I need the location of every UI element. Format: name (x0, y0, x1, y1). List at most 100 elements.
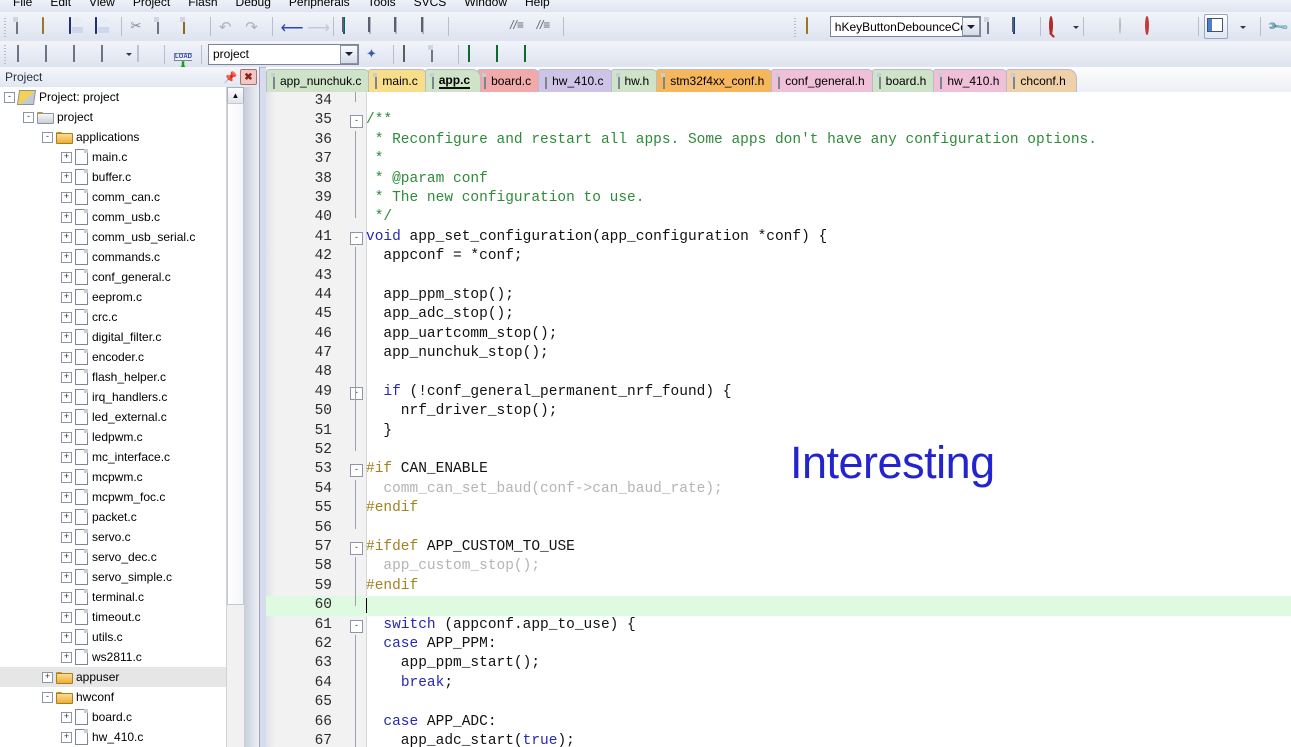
menu-item-debug[interactable]: Debug (227, 0, 280, 8)
expand-toggle-icon[interactable]: + (42, 671, 53, 683)
menu-item-flash[interactable]: Flash (179, 0, 226, 8)
code-line[interactable]: 43 (266, 266, 1291, 286)
menu-item-peripherals[interactable]: Peripherals (280, 0, 359, 8)
code-line[interactable]: 64 break; (266, 673, 1291, 694)
code-line[interactable]: 44 app_ppm_stop(); (266, 285, 1291, 306)
menu-item-project[interactable]: Project (124, 0, 179, 8)
cut-button[interactable]: ✂ (127, 14, 151, 39)
expand-toggle-icon[interactable]: + (61, 211, 72, 223)
tree-item[interactable]: + crc.c (0, 307, 243, 327)
tree-item[interactable]: + servo_simple.c (0, 567, 243, 587)
expand-toggle-icon[interactable]: + (61, 731, 72, 743)
tree-item[interactable]: + mc_interface.c (0, 447, 243, 467)
expand-toggle-icon[interactable]: + (61, 151, 72, 163)
expand-toggle-icon[interactable]: + (61, 551, 72, 563)
code-line[interactable]: 54 comm_can_set_baud(conf->can_baud_rate… (266, 479, 1291, 500)
tree-item[interactable]: + ledpwm.c (0, 427, 243, 447)
fold-toggle-icon[interactable]: - (350, 231, 363, 245)
editor-tab-hw_410-h[interactable]: hw_410.h (933, 69, 1011, 92)
tree-item[interactable]: - Project: project (0, 87, 243, 107)
code-line[interactable]: 38 * @param conf (266, 169, 1291, 189)
manage-rte-button[interactable] (492, 42, 518, 67)
code-line[interactable]: 47 app_nunchuk_stop(); (266, 344, 1291, 364)
code-line[interactable]: 37 * (266, 150, 1291, 170)
fold-toggle-icon[interactable]: - (350, 619, 363, 633)
code-line[interactable]: 65 (266, 693, 1291, 713)
editor-tab-stm32f4xx_conf-h[interactable]: stm32f4xx_conf.h (656, 69, 776, 92)
code-line[interactable]: 52 (266, 441, 1291, 460)
editor-tab-hw-h[interactable]: hw.h (610, 69, 661, 92)
navigate-back-button[interactable]: ⟵ (277, 14, 304, 39)
code-line[interactable]: 67 app_adc_start(true); (266, 731, 1291, 747)
kill-all-breakpoints-button[interactable] (1168, 14, 1192, 39)
fold-toggle-icon[interactable]: - (350, 115, 363, 129)
batch-build-caret-icon[interactable] (126, 53, 132, 59)
code-line[interactable]: 62 case APP_PPM: (266, 634, 1291, 655)
tree-item[interactable]: + eeprom.c (0, 287, 243, 307)
paste-button[interactable] (180, 14, 204, 39)
tree-item[interactable]: + buffer.c (0, 167, 243, 187)
disable-all-breakpoints-button[interactable] (1142, 14, 1166, 39)
code-line[interactable]: 55 #endif (266, 499, 1291, 519)
expand-toggle-icon[interactable]: + (61, 491, 72, 503)
tree-item[interactable]: + conf_general.c (0, 267, 243, 287)
tree-item[interactable]: + mcpwm.c (0, 467, 243, 487)
manage-project-items-button[interactable] (399, 42, 425, 67)
code-line[interactable]: 60 (266, 596, 1291, 616)
menu-item-tools[interactable]: Tools (359, 0, 405, 8)
code-line[interactable]: 49 - if (!conf_general_permanent_nrf_foun… (266, 382, 1291, 403)
batch-build-button[interactable] (97, 42, 123, 67)
configuration-wizard-button[interactable] (984, 14, 1008, 39)
code-editor[interactable]: 34 35-/** 36 * Reconfigure and restart all… (266, 92, 1291, 747)
tree-item[interactable]: + utils.c (0, 627, 243, 647)
indent-right-button[interactable] (454, 14, 478, 39)
tree-item[interactable]: + servo_dec.c (0, 547, 243, 567)
expand-toggle-icon[interactable]: + (61, 391, 72, 403)
expand-toggle-icon[interactable]: + (61, 431, 72, 443)
expand-toggle-icon[interactable]: + (61, 611, 72, 623)
code-line[interactable]: 51 } (266, 421, 1291, 442)
tree-item[interactable]: + terminal.c (0, 587, 243, 607)
tree-item[interactable]: + flash_helper.c (0, 367, 243, 387)
menu-item-file[interactable]: File (4, 0, 41, 8)
code-line[interactable]: 63 app_ppm_start(); (266, 654, 1291, 674)
new-file-button[interactable] (13, 14, 37, 39)
expand-toggle-icon[interactable]: + (61, 331, 72, 343)
tree-item[interactable]: + servo.c (0, 527, 243, 547)
expand-toggle-icon[interactable]: + (61, 371, 72, 383)
menu-item-help[interactable]: Help (516, 0, 559, 8)
chevron-down-icon[interactable] (961, 17, 980, 36)
expand-toggle-icon[interactable]: + (61, 571, 72, 583)
close-icon[interactable]: ✖ (240, 69, 257, 85)
find-in-files-button[interactable] (1046, 14, 1070, 39)
uncomment-block-button[interactable]: //≡ (533, 14, 557, 39)
toggle-bookmark-button[interactable] (339, 14, 363, 39)
code-line[interactable]: 50 nrf_driver_stop(); (266, 402, 1291, 422)
collapse-toggle-icon[interactable]: - (42, 131, 53, 143)
tree-item[interactable]: + comm_can.c (0, 187, 243, 207)
insert-breakpoint-button[interactable] (1089, 14, 1113, 39)
tree-item[interactable]: + digital_filter.c (0, 327, 243, 347)
editor-tab-board-h[interactable]: board.h (871, 69, 938, 92)
redo-button[interactable]: ↷ (242, 14, 266, 39)
editor-tab-conf_general-h[interactable]: conf_general.h (771, 69, 876, 92)
editor-tab-main-c[interactable]: main.c (368, 69, 429, 92)
fold-toggle-icon[interactable]: - (350, 541, 363, 555)
enable-breakpoint-button[interactable] (1115, 14, 1139, 39)
expand-toggle-icon[interactable]: + (61, 291, 72, 303)
undo-button[interactable]: ↶ (216, 14, 240, 39)
editor-tab-hw_410-c[interactable]: hw_410.c (538, 69, 615, 92)
code-line[interactable]: 41 - void app_set_configuration(app_config… (266, 228, 1291, 247)
tree-item[interactable]: + packet.c (0, 507, 243, 527)
tree-item[interactable]: + main.c (0, 147, 243, 167)
menu-item-window[interactable]: Window (455, 0, 516, 8)
fold-toggle-icon[interactable]: - (350, 464, 363, 478)
prev-bookmark-button[interactable] (366, 14, 390, 39)
expand-toggle-icon[interactable]: + (61, 471, 72, 483)
code-line[interactable]: 53 - #if CAN_ENABLE (266, 460, 1291, 479)
expand-toggle-icon[interactable]: + (61, 591, 72, 603)
expand-toggle-icon[interactable]: + (61, 631, 72, 643)
tree-item[interactable]: + ws2811.c (0, 647, 243, 667)
collapse-toggle-icon[interactable]: - (4, 91, 15, 103)
chevron-down-icon[interactable] (340, 44, 358, 64)
